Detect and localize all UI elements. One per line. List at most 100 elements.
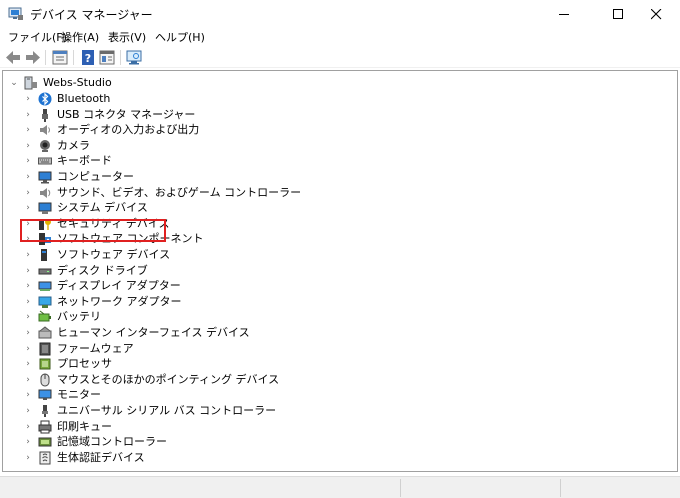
sound-icon [40,187,51,198]
toolbar: ? [0,47,680,68]
status-separator [560,479,561,497]
help-button[interactable]: ? [79,49,97,66]
tree-item-label: コンピューター [57,170,134,183]
collapse-chevron-icon[interactable]: ⌄ [9,75,19,91]
minimize-icon [559,14,569,15]
expand-chevron-icon[interactable]: › [23,247,33,263]
expand-chevron-icon[interactable]: › [23,122,33,138]
network-adapter-icon [38,296,52,308]
toolbar-separator [73,50,74,65]
view-icon [99,50,115,65]
tree-item-label: カメラ [57,138,90,152]
close-button[interactable] [634,0,680,30]
expand-chevron-icon[interactable]: › [23,387,33,403]
expand-chevron-icon[interactable]: › [23,325,33,341]
title-bar: デバイス マネージャー [0,0,680,30]
properties-button[interactable] [51,49,69,66]
monitor-scan-icon [126,50,142,65]
expand-chevron-icon[interactable]: › [23,309,33,325]
computer-root-icon [24,76,37,90]
toolbar-separator [45,50,46,65]
expand-chevron-icon[interactable]: › [23,450,33,466]
system-device-icon [38,202,52,215]
tree-item-label: モニター [57,388,101,402]
expand-chevron-icon[interactable]: › [23,138,33,154]
menu-bar: ファイル(F) 操作(A) 表示(V) ヘルプ(H) [0,30,680,46]
tree-item-label: ディスプレイ アダプター [57,279,181,293]
scan-hardware-button[interactable] [125,49,143,66]
back-arrow-icon [6,51,20,64]
tree-item-label: 記憶域コントローラー [57,435,167,449]
battery-icon [38,310,51,322]
display-adapter-icon [38,281,52,292]
tree-item-label: プロセッサ [57,357,112,371]
expand-chevron-icon[interactable]: › [23,278,33,294]
expand-chevron-icon[interactable]: › [23,263,33,279]
expand-chevron-icon[interactable]: › [23,107,33,123]
expand-chevron-icon[interactable]: › [23,294,33,310]
firmware-icon [39,342,51,356]
tree-item-label: バッテリ [57,310,101,324]
svg-text:?: ? [85,52,91,65]
menu-file[interactable]: ファイル(F) [8,30,67,46]
tree-item-label: 生体認証デバイス [57,450,145,464]
device-manager-app-icon [8,7,23,20]
back-button[interactable] [4,49,22,66]
computer-icon [38,171,52,184]
tree-item-label: ユニバーサル シリアル バス コントローラー [57,404,277,417]
tree-item-label: ディスク ドライブ [57,263,148,277]
mouse-icon [40,373,50,387]
expand-chevron-icon[interactable]: › [23,403,33,419]
speaker-icon [40,125,50,136]
tree-item-label: ファームウェア [57,341,134,355]
tree-item-label: サウンド、ビデオ、およびゲーム コントローラー [57,185,302,199]
keyboard-icon [38,157,52,165]
tree-item-label: USB コネクタ マネージャー [57,107,196,121]
expand-chevron-icon[interactable]: › [23,169,33,185]
forward-arrow-icon [26,51,40,64]
menu-view[interactable]: 表示(V) [108,30,146,46]
device-tree-panel[interactable]: ⌄ Webs-Studio › Bluetooth › USB コネクタ マネージャー… [2,70,678,472]
expand-chevron-icon[interactable]: › [23,372,33,388]
tree-root-label: Webs-Studio [43,76,112,89]
storage-controller-icon [38,437,52,447]
tree-item-label: キーボード [57,154,112,168]
biometric-icon [39,451,51,465]
view-button[interactable] [98,49,116,66]
expand-chevron-icon[interactable]: › [23,341,33,357]
expand-chevron-icon[interactable]: › [23,356,33,372]
tree-item-label: システム デバイス [57,201,148,215]
help-icon: ? [82,50,94,65]
highlight-box [20,219,166,242]
properties-icon [52,50,68,65]
expand-chevron-icon[interactable]: › [23,200,33,216]
expand-chevron-icon[interactable]: › [23,153,33,169]
close-icon [651,9,662,20]
processor-icon [39,358,51,370]
menu-action[interactable]: 操作(A) [61,30,99,46]
tree-item-label: マウスとそのほかのポインティング デバイス [57,372,280,386]
bluetooth-icon [38,92,52,106]
toolbar-separator [120,50,121,65]
tree-item-label: ネットワーク アダプター [57,294,182,308]
status-separator [400,479,401,497]
usb-controller-icon [42,405,48,417]
window-title: デバイス マネージャー [30,8,153,22]
hid-icon [38,326,52,339]
tree-item-label: 印刷キュー [57,419,112,433]
expand-chevron-icon[interactable]: › [23,185,33,201]
forward-button[interactable] [24,49,42,66]
camera-icon [40,139,50,152]
printer-icon [38,420,52,434]
disk-drive-icon [38,268,52,275]
tree-item-label: ヒューマン インターフェイス デバイス [57,326,250,339]
tree-item-label: ソフトウェア デバイス [57,248,171,261]
minimize-button[interactable] [542,0,588,30]
menu-help[interactable]: ヘルプ(H) [155,30,205,46]
expand-chevron-icon[interactable]: › [23,419,33,435]
expand-chevron-icon[interactable]: › [23,91,33,107]
monitor-icon [38,389,52,401]
expand-chevron-icon[interactable]: › [23,434,33,450]
software-device-icon [41,249,47,261]
tree-item-label: Bluetooth [57,92,111,105]
